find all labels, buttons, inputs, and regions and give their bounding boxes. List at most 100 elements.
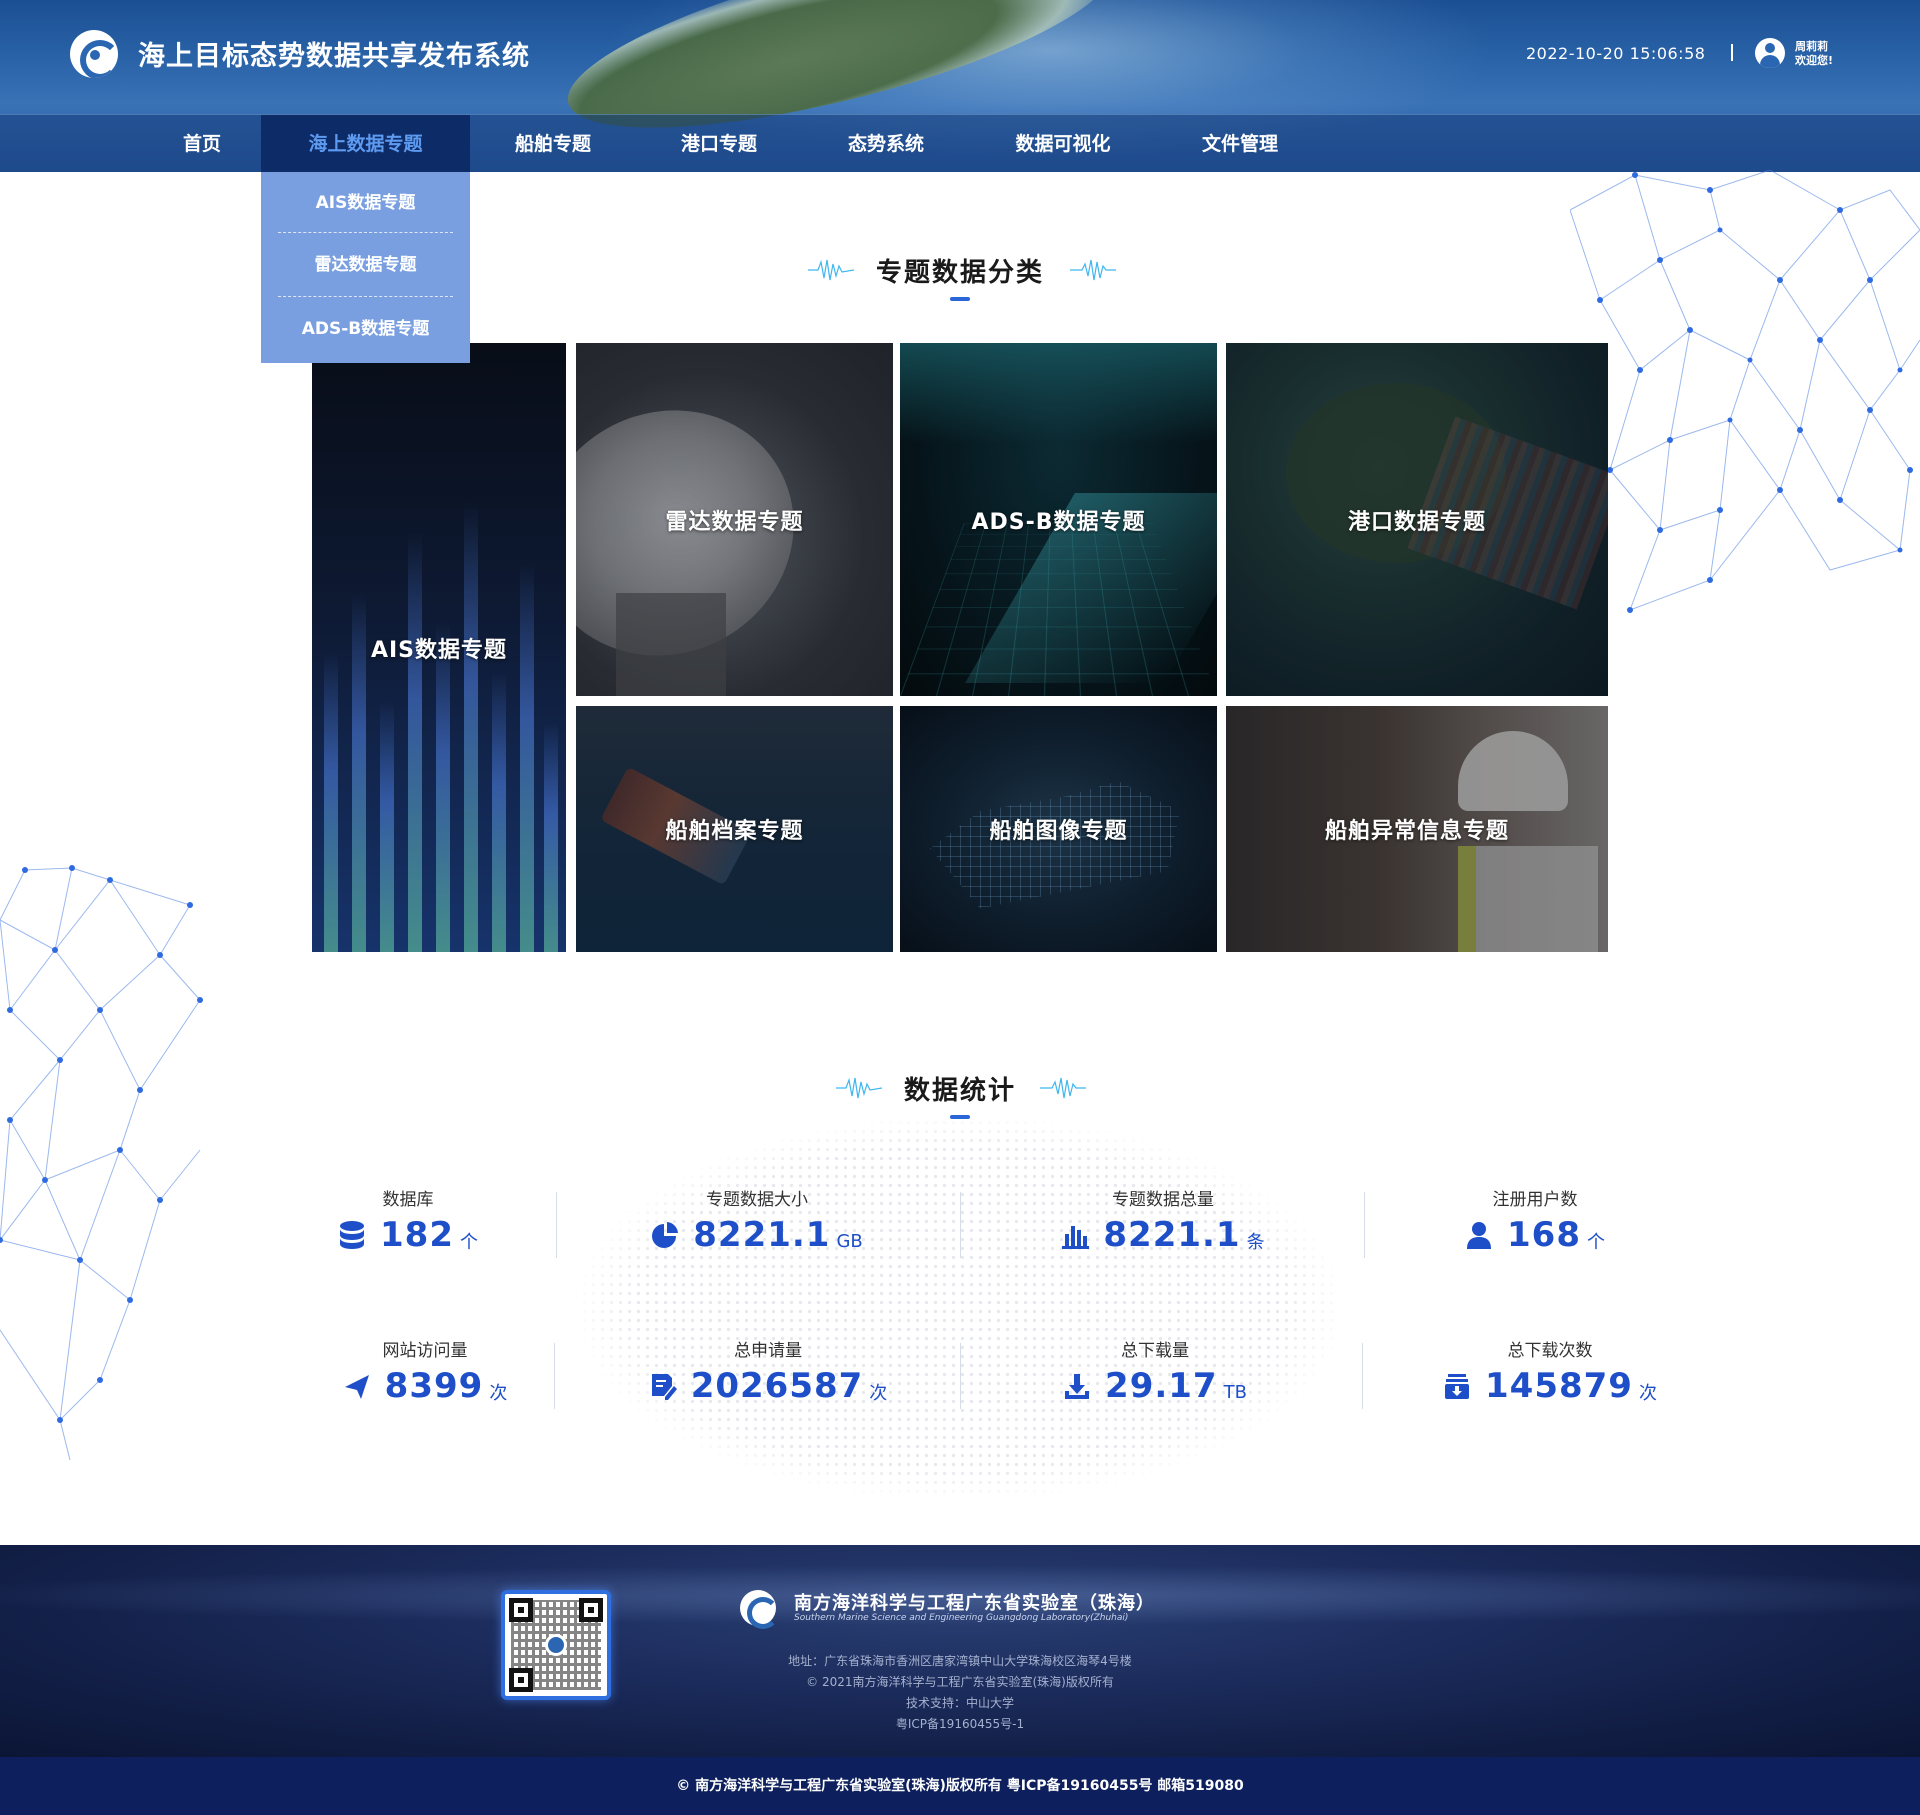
stat-label: 专题数据总量 — [1112, 1190, 1214, 1210]
footer-icp[interactable]: 粤ICP备19160455号-1 — [0, 1715, 1920, 1732]
send-icon — [344, 1375, 369, 1399]
stat-unit: 次 — [869, 1383, 888, 1404]
avatar-body-shape — [1760, 55, 1780, 68]
ais-bar — [408, 532, 422, 952]
marine-data-dropdown: AIS数据专题 雷达数据专题 ADS-B数据专题 — [261, 172, 470, 363]
dropdown-item-ais[interactable]: AIS数据专题 — [261, 172, 470, 234]
stat-unit: 个 — [459, 1232, 478, 1253]
nav-item-visualization[interactable]: 数据可视化 — [990, 115, 1136, 172]
edit-doc-icon — [651, 1374, 677, 1400]
stat-value: 182 — [380, 1215, 454, 1255]
network-decoration-left — [0, 865, 203, 1460]
section-title-stats: 数据统计 — [903, 1076, 1016, 1106]
topic-tile-radar[interactable]: 雷达数据专题 — [576, 343, 893, 696]
user-greeting: 欢迎您! — [1795, 54, 1834, 67]
topic-tile-port[interactable]: 港口数据专题 — [1226, 343, 1608, 696]
tile-label: 船舶档案专题 — [665, 819, 804, 844]
dropdown-item-radar[interactable]: 雷达数据专题 — [261, 234, 470, 296]
stats-divider — [960, 1343, 961, 1409]
user-avatar-icon[interactable] — [1755, 38, 1785, 68]
footer-tech-support: 技术支持：中山大学 — [905, 1696, 1014, 1710]
dropdown-item-adsb[interactable]: ADS-B数据专题 — [261, 298, 470, 360]
stat-unit: 条 — [1246, 1232, 1265, 1253]
stat-download-count: 总下载次数 145879 次 — [1410, 1336, 1690, 1426]
bottom-bar-text: © 南方海洋科学与工程广东省实验室(珠海)版权所有 粤ICP备19160455号… — [676, 1778, 1244, 1794]
nav-item-home[interactable]: 首页 — [160, 115, 244, 172]
stat-label: 专题数据大小 — [706, 1190, 808, 1210]
topic-tile-adsb[interactable]: ADS-B数据专题 — [900, 343, 1217, 696]
stat-topic-data-size: 专题数据大小 8221.1 GB — [617, 1185, 897, 1275]
app-title: 海上目标态势数据共享发布系统 — [138, 41, 530, 72]
ais-bar — [324, 652, 338, 952]
download-icon — [1065, 1374, 1090, 1399]
nav-item-file-management[interactable]: 文件管理 — [1180, 115, 1300, 172]
topbar: 海上目标态势数据共享发布系统 2022-10-20 15:06:58 周莉莉 欢… — [0, 0, 1920, 114]
footer-org-name: 南方海洋科学与工程广东省实验室（珠海） — [794, 1593, 1155, 1614]
tile-label: 船舶图像专题 — [989, 819, 1128, 844]
download-box-icon — [1445, 1374, 1470, 1399]
tile-label: AIS数据专题 — [370, 637, 508, 663]
stats-divider — [1364, 1192, 1365, 1258]
stats-divider — [556, 1192, 557, 1258]
database-icon — [340, 1221, 364, 1249]
tile-label: 雷达数据专题 — [665, 509, 804, 535]
adsb-worldmap-image — [900, 343, 1217, 443]
stat-label: 注册用户数 — [1492, 1190, 1578, 1210]
wave-decoration-left-icon — [808, 259, 854, 281]
qr-finder — [509, 1598, 533, 1622]
ais-bar — [436, 622, 450, 952]
dotted-world-map — [580, 1118, 1340, 1498]
stat-unit: 个 — [1586, 1232, 1605, 1253]
stat-label: 总申请量 — [734, 1341, 802, 1361]
stat-label: 数据库 — [382, 1190, 434, 1210]
stat-total-downloads: 总下载量 29.17 TB — [1015, 1336, 1295, 1426]
tile-label: 船舶异常信息专题 — [1324, 819, 1509, 844]
dropdown-separator — [278, 296, 453, 297]
stat-value: 29.17 — [1105, 1366, 1218, 1406]
ais-bars-background — [312, 492, 566, 952]
topic-tile-ship-image[interactable]: 船舶图像专题 — [900, 706, 1217, 952]
stats-divider — [1362, 1343, 1363, 1409]
avatar-head-shape — [1765, 43, 1775, 53]
stat-database: 数据库 182 个 — [268, 1185, 548, 1275]
topic-tile-ship-anomaly[interactable]: 船舶异常信息专题 — [1226, 706, 1608, 952]
topic-tile-ais[interactable]: AIS数据专题 — [312, 343, 566, 952]
wave-decoration-right-icon — [1040, 1077, 1086, 1099]
nav-item-marine-data[interactable]: 海上数据专题 — [261, 115, 470, 172]
ais-bar — [492, 672, 506, 952]
nav-item-ship[interactable]: 船舶专题 — [492, 115, 614, 172]
section-title-topics: 专题数据分类 — [875, 258, 1044, 288]
qr-finder — [579, 1598, 603, 1622]
ais-bar — [380, 702, 394, 952]
stat-total-applications: 总申请量 2026587 次 — [628, 1336, 908, 1426]
section-underline — [950, 297, 970, 301]
nav-item-port[interactable]: 港口专题 — [660, 115, 778, 172]
ais-bar — [520, 562, 534, 952]
stat-label: 总下载次数 — [1507, 1341, 1593, 1361]
stat-value: 8399 — [384, 1366, 484, 1406]
nav-item-situation[interactable]: 态势系统 — [826, 115, 946, 172]
app-logo-icon[interactable] — [70, 30, 118, 78]
stat-value: 145879 — [1485, 1366, 1633, 1406]
tile-label: ADS-B数据专题 — [971, 509, 1146, 535]
stat-value: 2026587 — [690, 1366, 864, 1406]
stat-value: 168 — [1507, 1215, 1581, 1255]
stat-value: 8221.1 — [1103, 1215, 1241, 1255]
stat-site-visits: 网站访问量 8399 次 — [285, 1336, 565, 1426]
stat-registered-users: 注册用户数 168 个 — [1395, 1185, 1675, 1275]
user-name[interactable]: 周莉莉 — [1795, 40, 1828, 54]
lab-logo-icon — [740, 1590, 779, 1629]
wave-decoration-right-icon — [1070, 259, 1116, 281]
network-decoration-right — [1570, 170, 1920, 613]
stat-value: 8221.1 — [693, 1215, 831, 1255]
user-icon — [1467, 1222, 1491, 1249]
dropdown-separator — [278, 232, 453, 233]
stats-divider — [960, 1192, 961, 1258]
stat-unit: TB — [1223, 1381, 1247, 1403]
bottom-bar: © 南方海洋科学与工程广东省实验室(珠海)版权所有 粤ICP备19160455号… — [0, 1757, 1920, 1815]
footer-address: 地址：广东省珠海市香洲区唐家湾镇中山大学珠海校区海琴4号楼 — [788, 1654, 1132, 1668]
stat-label: 总下载量 — [1121, 1341, 1189, 1361]
bar-chart-icon — [1062, 1226, 1090, 1249]
wave-decoration-left-icon — [836, 1077, 882, 1099]
topic-tile-ship-archive[interactable]: 船舶档案专题 — [576, 706, 893, 952]
